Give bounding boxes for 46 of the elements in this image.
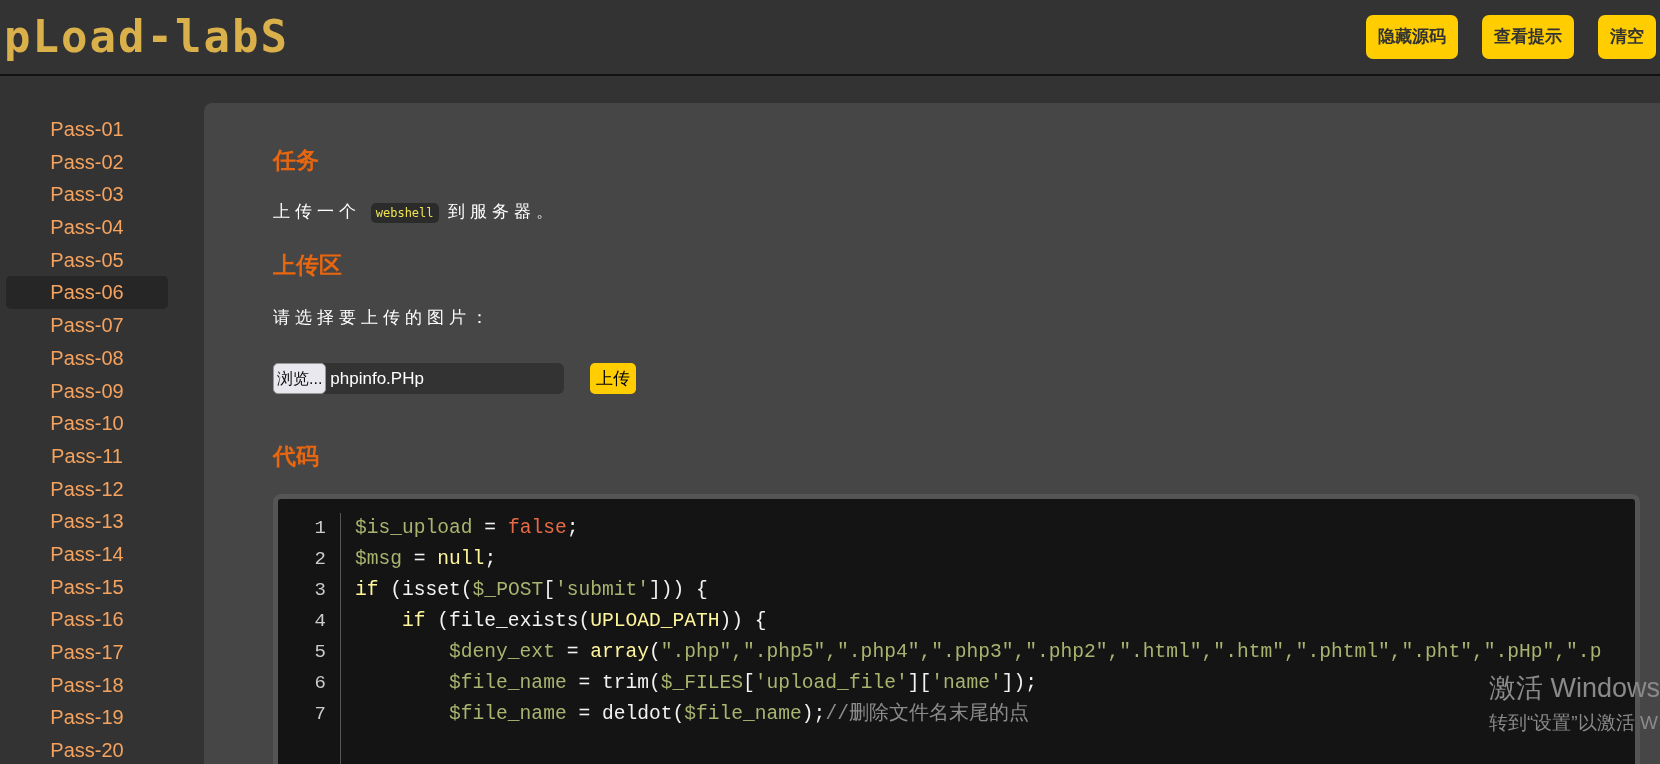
line-number: 5 [314, 641, 326, 663]
code-line: $deny_ext = array(".php",".php5",".php4",".php3",".php2",".html",".htm",".phtml",".pht",".pHp",".p [448, 641, 1602, 663]
upload-button[interactable]: 上传 [590, 363, 636, 394]
sidebar-link[interactable]: Pass-13 [6, 505, 168, 538]
upload-prompt: 请选择要上传的图片： [273, 307, 494, 329]
code-line: if (file_exists(UPLOAD_PATH)) { [401, 610, 767, 632]
sidebar-link[interactable]: Pass-01 [6, 113, 168, 146]
sidebar-link[interactable]: Pass-11 [6, 439, 168, 473]
sidebar-link[interactable]: Pass-20 [6, 734, 168, 764]
sidebar-link[interactable]: Pass-18 [6, 668, 168, 702]
sidebar-link[interactable]: Pass-09 [6, 374, 168, 408]
line-number: 1 [314, 517, 326, 539]
section-heading: 代码 [273, 442, 320, 471]
code-line: $file_name = deldot($file_name);//删除文件名末尾的点 [448, 703, 1029, 725]
sidebar-link[interactable]: Pass-04 [6, 211, 168, 244]
code-line: $file_name = trim($_FILES['upload_file']['name']); [448, 672, 1038, 694]
task-description: 上传一个 webshell 到服务器。 [273, 201, 560, 224]
header-button[interactable]: 隐藏源码 [1366, 15, 1458, 59]
sidebar-link[interactable]: Pass-03 [6, 178, 168, 212]
line-number: 7 [314, 703, 326, 725]
sidebar-link[interactable]: Pass-02 [6, 145, 168, 179]
code-line: $is_upload = false; [355, 517, 579, 539]
site-logo: pLoad-labS [4, 15, 289, 59]
sidebar-link[interactable]: Pass-19 [6, 701, 168, 735]
section-heading: 上传区 [273, 251, 343, 280]
sidebar-link[interactable]: Pass-08 [6, 341, 168, 375]
header-button[interactable]: 清空 [1598, 15, 1656, 59]
code-line: $msg = null; [355, 548, 497, 570]
sidebar-link[interactable]: Pass-10 [6, 407, 168, 440]
line-number: 3 [314, 579, 326, 601]
line-number: 4 [314, 610, 326, 632]
sidebar-link[interactable]: Pass-12 [6, 472, 168, 506]
sidebar-link[interactable]: Pass-06 [6, 276, 168, 310]
line-number: 6 [314, 672, 326, 694]
sidebar-link[interactable]: Pass-17 [6, 636, 168, 669]
line-number: 2 [314, 548, 326, 570]
activation-text: 转到“设置”以激活 W [1488, 710, 1659, 735]
section-heading: 任务 [273, 146, 320, 175]
sidebar-link[interactable]: Pass-14 [6, 537, 168, 571]
header-button[interactable]: 查看提示 [1482, 15, 1574, 59]
file-input[interactable]: 浏览... phpinfo.PHp [273, 363, 564, 394]
sidebar-link[interactable]: Pass-05 [6, 243, 168, 277]
sidebar-link[interactable]: Pass-15 [6, 570, 168, 604]
sidebar-link[interactable]: Pass-07 [6, 309, 168, 342]
code-line: if (isset($_POST['submit'])) { [355, 579, 708, 601]
sidebar-link[interactable]: Pass-16 [6, 603, 168, 636]
